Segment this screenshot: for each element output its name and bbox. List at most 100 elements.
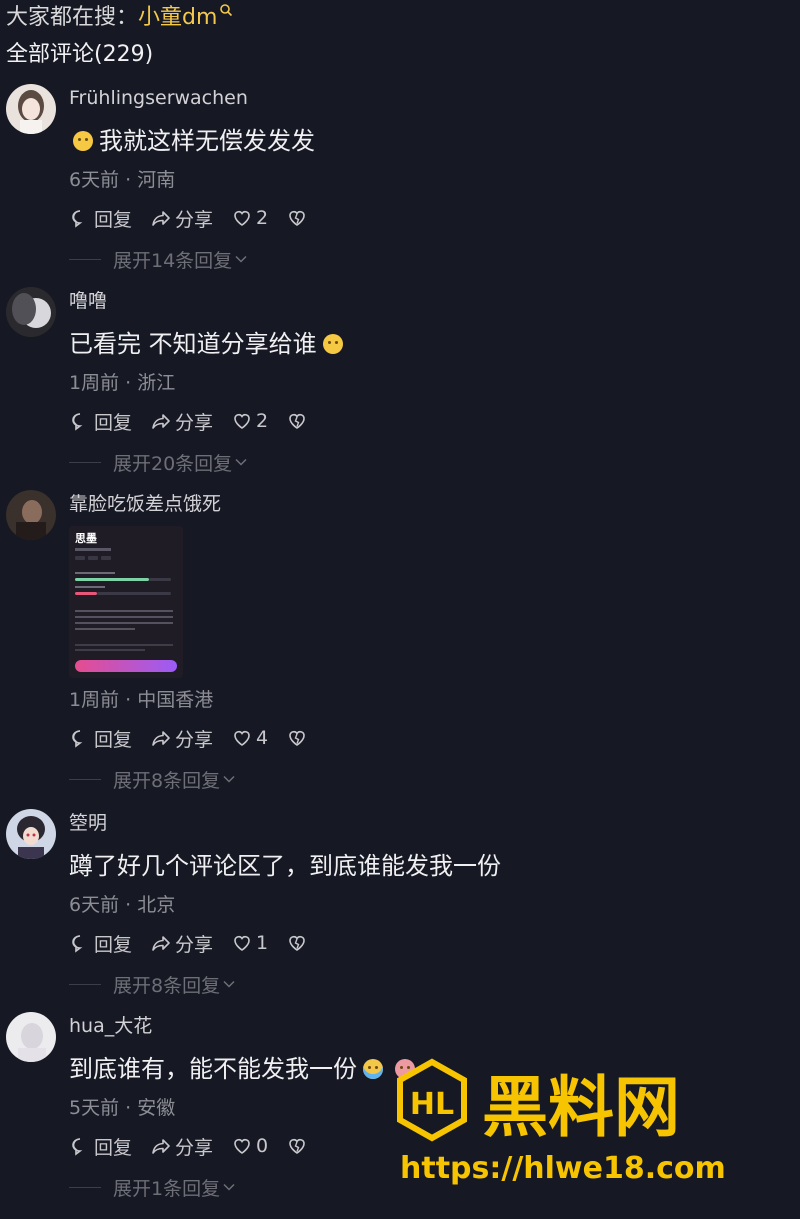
share-label: 分享 (175, 1136, 214, 1159)
expand-label: 展开8条回复 (113, 769, 221, 792)
heart-icon (234, 1138, 250, 1154)
search-term: 小童dm (138, 5, 218, 30)
comment-body: 到底谁有，能不能发我一份 (69, 1055, 357, 1083)
app-screenshot-image: 思墨 (69, 526, 183, 678)
reply-label: 回复 (94, 208, 133, 231)
like-count: 2 (256, 207, 269, 229)
like-button[interactable]: 2 (231, 207, 268, 229)
chevron-down-icon (223, 1183, 235, 1191)
expand-label: 展开20条回复 (113, 452, 233, 475)
reply-label: 回复 (94, 728, 133, 751)
heart-icon (234, 413, 250, 429)
comments-header: 大家都在搜： 小童dm 全部评论(229) (6, 0, 233, 74)
username[interactable]: hua_大花 (69, 1012, 780, 1040)
reply-icon (72, 935, 83, 953)
expand-replies-button[interactable]: 展开8条回复 (69, 756, 780, 802)
chevron-down-icon (235, 458, 247, 466)
share-icon (152, 936, 170, 951)
reply-button[interactable]: 回复 (69, 725, 132, 752)
username[interactable]: Frühlingserwachen (69, 84, 780, 112)
reply-icon (72, 210, 83, 228)
divider (69, 258, 101, 260)
comment-meta: 6天前 · 河南 (69, 169, 176, 191)
comment-body: 我就这样无偿发发发 (99, 127, 315, 155)
like-count: 2 (256, 410, 269, 432)
emoji-icon (322, 334, 343, 354)
share-label: 分享 (175, 728, 214, 751)
share-icon (152, 211, 170, 226)
comment-image[interactable]: 思墨 (69, 526, 183, 678)
reply-button[interactable]: 回复 (69, 205, 132, 232)
broken-heart-icon (289, 935, 305, 951)
reply-button[interactable]: 回复 (69, 930, 132, 957)
comment-body: 蹲了好几个评论区了，到底谁能发我一份 (69, 852, 501, 880)
comment-actions: 回复 分享 2 (69, 200, 780, 236)
share-button[interactable]: 分享 (150, 725, 213, 752)
share-label: 分享 (175, 411, 214, 434)
share-icon (152, 1139, 170, 1154)
like-count: 4 (256, 727, 269, 749)
reply-label: 回复 (94, 411, 133, 434)
share-button[interactable]: 分享 (150, 205, 213, 232)
username[interactable]: 靠脸吃饭差点饿死 (69, 490, 780, 518)
watermark-name: 黑料网 (482, 1069, 680, 1146)
share-button[interactable]: 分享 (150, 408, 213, 435)
reply-button[interactable]: 回复 (69, 1133, 132, 1160)
username[interactable]: 箜明 (69, 809, 780, 837)
watermark: HL 黑料网 https://hlwe18.com (392, 1058, 792, 1188)
comment-text: 已看完 不知道分享给谁 (69, 327, 780, 361)
reply-button[interactable]: 回复 (69, 408, 132, 435)
expand-replies-button[interactable]: 展开14条回复 (69, 236, 780, 282)
share-button[interactable]: 分享 (150, 930, 213, 957)
share-label: 分享 (175, 933, 214, 956)
like-button[interactable]: 4 (231, 727, 268, 749)
reply-label: 回复 (94, 1136, 133, 1159)
share-icon (152, 731, 170, 746)
share-button[interactable]: 分享 (150, 1133, 213, 1160)
expand-label: 展开1条回复 (113, 1177, 221, 1200)
dislike-button[interactable] (286, 1135, 311, 1157)
dislike-button[interactable] (286, 727, 311, 749)
broken-heart-icon (289, 413, 305, 429)
heart-icon (234, 730, 250, 746)
expand-replies-button[interactable]: 展开20条回复 (69, 439, 780, 485)
dislike-button[interactable] (286, 207, 311, 229)
crying-emoji-icon (363, 1059, 383, 1079)
comment-page: 大家都在搜： 小童dm 全部评论(229) Frühlingserwachen … (0, 0, 800, 1219)
avatar[interactable] (6, 809, 56, 859)
chevron-down-icon (223, 775, 235, 783)
avatar[interactable] (6, 1012, 56, 1062)
divider (69, 778, 101, 780)
broken-heart-icon (289, 210, 305, 226)
broken-heart-icon (289, 730, 305, 746)
search-prefix: 大家都在搜： (6, 5, 139, 30)
username[interactable]: 噜噜 (69, 287, 780, 315)
expand-label: 展开8条回复 (113, 974, 221, 997)
reply-label: 回复 (94, 933, 133, 956)
reply-icon (72, 730, 83, 748)
expand-replies-button[interactable]: 展开8条回复 (69, 961, 780, 1007)
share-label: 分享 (175, 208, 214, 231)
comment-actions: 回复 分享 4 (69, 720, 780, 756)
dislike-button[interactable] (286, 932, 311, 954)
search-suggestion[interactable]: 大家都在搜： 小童dm (6, 0, 233, 30)
comment-count: 全部评论(229) (6, 42, 154, 67)
broken-heart-icon (289, 1138, 305, 1154)
image-title: 思墨 (75, 532, 97, 545)
heart-icon (234, 935, 250, 951)
chevron-down-icon (223, 980, 235, 988)
avatar[interactable] (6, 84, 56, 134)
comment-text: 我就这样无偿发发发 (69, 124, 780, 158)
like-button[interactable]: 2 (231, 410, 268, 432)
search-term-link[interactable]: 小童dm (138, 0, 233, 31)
avatar[interactable] (6, 490, 56, 540)
like-button[interactable]: 1 (231, 932, 268, 954)
dislike-button[interactable] (286, 410, 311, 432)
divider (69, 983, 101, 985)
watermark-logo: HL (410, 1087, 454, 1122)
like-button[interactable]: 0 (231, 1135, 268, 1157)
watermark-graphic: HL 黑料网 https://hlwe18.com (397, 1058, 726, 1186)
expand-label: 展开14条回复 (113, 249, 233, 272)
avatar[interactable] (6, 287, 56, 337)
like-count: 1 (256, 932, 269, 954)
